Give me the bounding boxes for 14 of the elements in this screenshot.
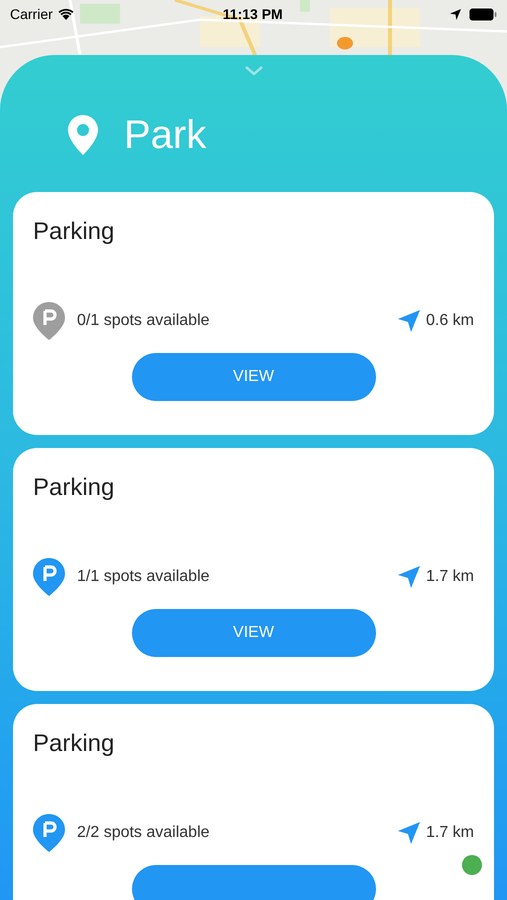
view-button[interactable]: VIEW (132, 353, 376, 401)
spots-available: 0/1 spots available (77, 311, 210, 331)
distance-label: 1.7 km (426, 567, 474, 587)
sheet-title: Park (124, 115, 206, 155)
card-title: Parking (33, 729, 116, 759)
clock-time: 11:13 PM (222, 4, 283, 24)
distance-label: 1.7 km (426, 823, 474, 843)
distance-label: 0.6 km (426, 311, 474, 331)
spots-available: 2/2 spots available (77, 823, 210, 843)
card-title: Parking (33, 217, 116, 247)
spots-available: 1/1 spots available (77, 567, 210, 587)
carrier-label: Carrier (10, 4, 53, 24)
view-button[interactable]: VIEW (132, 609, 376, 657)
card-title: Parking (33, 473, 116, 503)
